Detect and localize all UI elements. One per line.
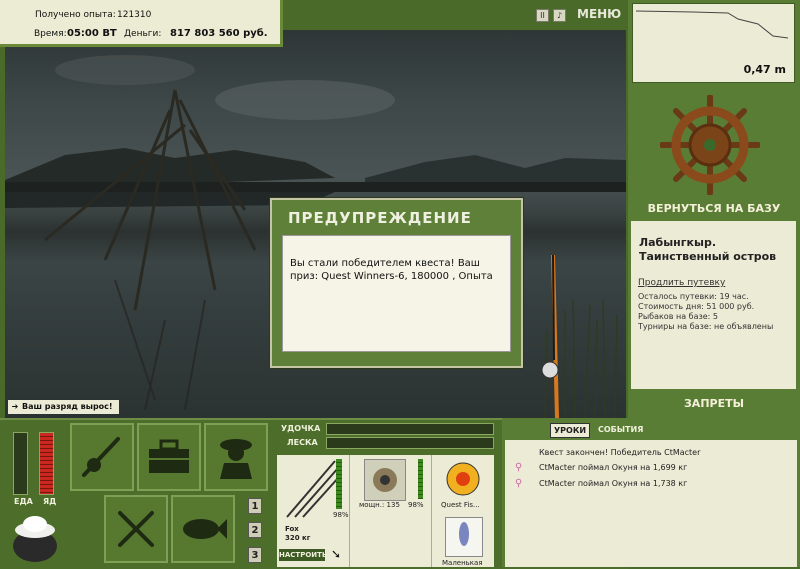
rod-tension-bar (326, 423, 494, 435)
fisherman-slot[interactable] (204, 423, 268, 491)
event-item: Квест закончен! Победитель CtMacter (539, 448, 701, 457)
tournaments-status: Турниры на базе: не объявлены (638, 322, 774, 331)
rod-name: Fox (285, 525, 299, 533)
fishing-rod-icon (82, 437, 120, 477)
bans-button[interactable]: ЗАПРЕТЫ (628, 397, 800, 410)
menu-button[interactable]: МЕНЮ (577, 7, 621, 21)
reel-caption: мощн.: 135 (359, 501, 400, 509)
tackle-box-slot[interactable] (137, 423, 201, 491)
food-slot[interactable] (104, 495, 168, 563)
extend-permit-link[interactable]: Продлить путевку (638, 278, 725, 288)
exp-label: Получено опыта: (35, 10, 116, 20)
player-stats-panel: Получено опыта: 121310 Время: 05:00 ВТ Д… (0, 0, 283, 47)
dialog-message: Вы стали победителем квеста! Ваш приз: Q… (282, 235, 511, 352)
rod-icon (286, 460, 340, 518)
knife-fork-icon (118, 511, 154, 547)
lure-caption: Маленькая (442, 559, 483, 567)
line-tension-bar (326, 437, 494, 449)
fish-icon (183, 519, 227, 539)
food-meter (13, 432, 28, 495)
location-panel: Лабынгкыр. Таинственный остров Продлить … (631, 221, 796, 389)
money-value: 817 803 560 руб. (170, 28, 268, 39)
tab-events[interactable]: СОБЫТИЯ (595, 423, 646, 436)
line-spool-icon (446, 462, 480, 496)
page-button-1[interactable]: 1 (248, 498, 262, 514)
dialog-title: ПРЕДУПРЕЖДЕНИЕ (288, 209, 472, 227)
exp-value: 121310 (117, 10, 152, 20)
page-button-2[interactable]: 2 (248, 522, 262, 538)
rod-slot[interactable] (70, 423, 134, 491)
pause-icon[interactable]: II (536, 9, 549, 22)
tackle-box-icon (149, 439, 189, 473)
location-name-line2: Таинственный остров (639, 250, 777, 263)
event-item: CtMacter поймал Окуня на 1,699 кг (539, 463, 688, 472)
rank-notice-text: Ваш разряд вырос! (22, 402, 113, 411)
rod-weight: 320 кг (285, 534, 311, 542)
return-to-base-button[interactable]: ВЕРНУТЬСЯ НА БАЗУ (628, 202, 800, 215)
page-button-3[interactable]: 3 (248, 547, 262, 563)
fish-hook-icon: ⚲ (515, 462, 523, 473)
fish-hook-icon: ⚲ (515, 478, 523, 489)
cauldron-icon[interactable] (10, 510, 60, 564)
poison-label: ЯД (43, 497, 57, 506)
rank-notice[interactable]: ➔ Ваш разряд вырос! (8, 400, 119, 414)
divider (431, 455, 432, 567)
time-value: 05:00 ВТ (67, 28, 117, 39)
line-caption: Quest Fis... (441, 501, 480, 509)
fisherman-icon (220, 439, 252, 479)
day-cost: Стоимость дня: 51 000 руб. (638, 302, 755, 311)
warning-dialog: ПРЕДУПРЕЖДЕНИЕ Вы стали победителем квес… (270, 198, 523, 368)
lure-icon (459, 522, 469, 546)
events-list: Квест закончен! Победитель CtMacter ⚲ Ct… (505, 440, 797, 567)
reel-icon (373, 468, 397, 492)
time-label: Время: (34, 29, 67, 39)
reel-durability-bar (418, 459, 423, 499)
line-bar-label: ЛЕСКА (287, 438, 318, 447)
depth-chart: 0,47 m (632, 3, 795, 83)
lure-item[interactable] (445, 517, 483, 557)
fishing-line-item[interactable] (445, 461, 481, 497)
money-label: Деньги: (124, 29, 162, 39)
rod-item[interactable]: 98% Fox 320 кг НАСТРОИТЬ ➘ (277, 455, 350, 567)
reel-item[interactable] (364, 459, 406, 501)
setup-button[interactable]: НАСТРОИТЬ (279, 549, 327, 561)
fishers-count: Рыбаков на базе: 5 (638, 312, 718, 321)
tab-lessons[interactable]: УРОКИ (550, 423, 591, 438)
event-item: CtMacter поймал Окуня на 1,738 кг (539, 479, 688, 488)
arrow-right-icon: ➔ (11, 402, 19, 411)
reel-percent: 98% (408, 501, 424, 509)
food-label: ЕДА (14, 497, 33, 506)
rod-bar-label: УДОЧКА (281, 424, 321, 433)
rod-durability-bar (336, 459, 342, 509)
poison-meter (39, 432, 54, 495)
sound-icon[interactable]: ♪ (553, 9, 566, 22)
location-name-line1: Лабынгкыр. (639, 236, 716, 249)
tackle-panel: 98% Fox 320 кг НАСТРОИТЬ ➘ мощн.: 135 98… (277, 455, 494, 567)
catch-slot[interactable] (171, 495, 235, 563)
permit-remaining: Осталось путевки: 19 час. (638, 292, 749, 301)
ship-wheel-icon[interactable] (659, 94, 761, 196)
depth-value: 0,47 m (743, 63, 786, 76)
rod-percent: 98% (333, 511, 349, 519)
arrow-diagonal-icon[interactable]: ➘ (331, 547, 341, 561)
